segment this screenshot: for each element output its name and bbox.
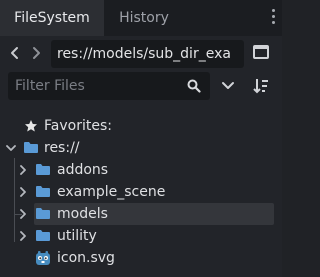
path-input[interactable]: res://models/sub_dir_exa <box>51 40 244 68</box>
kebab-menu-icon[interactable] <box>270 9 276 27</box>
tree-item-label: models <box>57 206 108 222</box>
chevron-right-icon[interactable] <box>19 209 27 219</box>
chevron-right-icon[interactable] <box>19 231 27 241</box>
favorites-row[interactable]: Favorites: <box>0 115 282 137</box>
folder-icon <box>36 230 50 241</box>
chevron-right-icon[interactable] <box>19 165 27 175</box>
star-icon <box>25 120 37 132</box>
tab-bar: FileSystem History <box>0 0 282 36</box>
tree-item-label: utility <box>57 228 97 244</box>
search-icon <box>187 79 201 93</box>
tree-item-models[interactable]: models <box>0 203 282 225</box>
chevron-down-icon[interactable] <box>6 143 16 153</box>
chevron-left-icon <box>11 47 18 59</box>
sort-icon[interactable] <box>253 77 269 95</box>
tree-item-addons[interactable]: addons <box>0 159 282 181</box>
tab-filesystem[interactable]: FileSystem <box>0 0 104 36</box>
chevron-right-icon <box>33 47 40 59</box>
tree-item-utility[interactable]: utility <box>0 225 282 247</box>
tree-item-icon-svg[interactable]: icon.svg <box>0 247 282 269</box>
filesystem-dock: FileSystem History res://models/sub_dir_… <box>0 0 282 277</box>
tree-item-label: icon.svg <box>57 250 115 266</box>
folder-icon <box>36 208 50 219</box>
tree-item-example-scene[interactable]: example_scene <box>0 181 282 203</box>
tree-item-label: addons <box>57 162 109 178</box>
folder-icon <box>24 142 38 153</box>
chevron-right-icon[interactable] <box>19 187 27 197</box>
folder-icon <box>36 186 50 197</box>
forward-button[interactable] <box>29 44 43 62</box>
favorites-label: Favorites: <box>44 118 112 134</box>
chevron-down-icon[interactable] <box>220 80 236 92</box>
split-layout-icon[interactable] <box>253 45 269 59</box>
godot-icon <box>36 251 50 265</box>
tab-history[interactable]: History <box>104 0 184 36</box>
tree-item-label: example_scene <box>57 184 166 200</box>
back-button[interactable] <box>8 44 22 62</box>
tree-item-res-root[interactable]: res:// <box>0 137 282 159</box>
tree-item-label: res:// <box>44 140 80 156</box>
filter-files-input[interactable]: Filter Files <box>8 72 210 100</box>
folder-icon <box>36 164 50 175</box>
